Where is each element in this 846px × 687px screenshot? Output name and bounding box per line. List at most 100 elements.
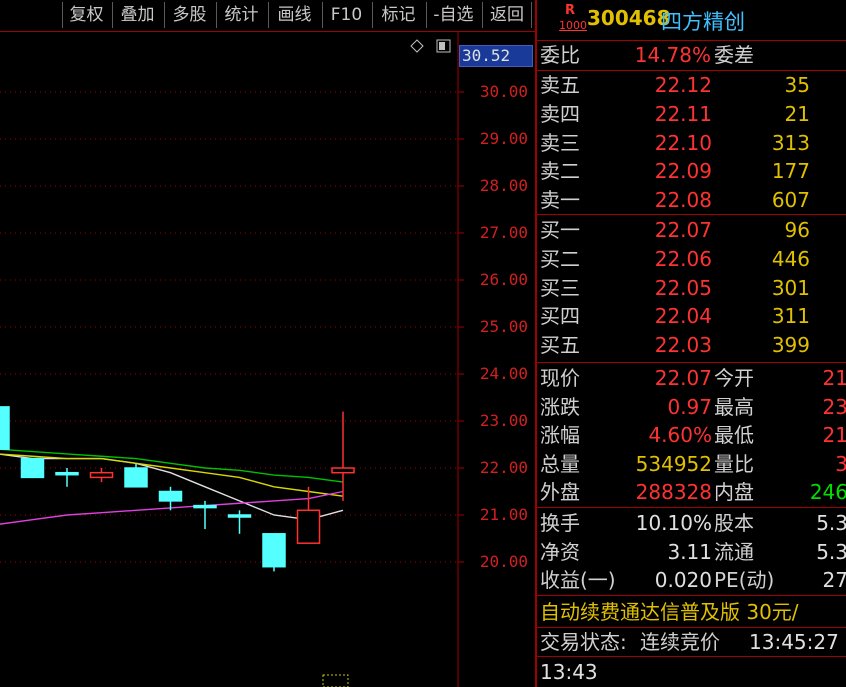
ask-price: 22.11 bbox=[654, 101, 712, 126]
weicha-label: 委差 bbox=[714, 43, 754, 67]
ask-row[interactable]: 卖二 22.09 177 bbox=[537, 157, 846, 185]
ask-price: 22.08 bbox=[654, 188, 712, 213]
bid-row[interactable]: 买二 22.06 446 bbox=[537, 245, 846, 273]
fundamental-label: 收益(一) bbox=[540, 568, 616, 593]
ask-row[interactable]: 卖四 22.11 21 bbox=[537, 100, 846, 128]
add-favorite-button[interactable]: -自选 bbox=[426, 2, 480, 28]
ask-label: 卖四 bbox=[540, 101, 580, 126]
bid-row[interactable]: 买一 22.07 96 bbox=[537, 216, 846, 244]
y-tick-label: 26.00 bbox=[479, 270, 528, 289]
fuquan-button[interactable]: 复权 bbox=[62, 2, 110, 28]
candle bbox=[227, 510, 252, 534]
candle bbox=[89, 468, 114, 483]
quote-label: 外盘 bbox=[540, 480, 580, 505]
diamond-icon[interactable] bbox=[410, 39, 424, 53]
price-axis: 30.52 30.00 29.00 28.00 27.00 26.00 25.00 24.0… bbox=[458, 32, 535, 687]
ask-price: 22.12 bbox=[654, 73, 712, 97]
ask-volume: 313 bbox=[771, 130, 810, 155]
bid-volume: 96 bbox=[784, 218, 810, 242]
ask-label: 卖三 bbox=[540, 130, 580, 155]
y-tick-label: 23.00 bbox=[479, 411, 528, 430]
tick-row: 13:43 bbox=[537, 658, 846, 686]
candlesticks bbox=[0, 406, 355, 572]
bid-row[interactable]: 买五 22.03 399 bbox=[537, 331, 846, 359]
candle bbox=[55, 468, 79, 487]
bid-price: 22.05 bbox=[654, 275, 712, 300]
y-tick-label: 27.00 bbox=[479, 223, 528, 242]
fundamental-value: 3.11 bbox=[667, 539, 712, 564]
candle bbox=[20, 457, 45, 479]
bid-label: 买三 bbox=[540, 275, 580, 300]
fundamental-row: 换手 10.10% 股本 5.3 bbox=[537, 509, 846, 537]
draw-line-button[interactable]: 画线 bbox=[268, 2, 320, 28]
quote-label-2: 最低 bbox=[714, 423, 754, 448]
f10-button[interactable]: F10 bbox=[322, 2, 370, 28]
bid-price: 22.04 bbox=[654, 304, 712, 329]
candle-body bbox=[193, 504, 217, 509]
candle-body bbox=[296, 509, 321, 544]
stock-name: 四方精创 bbox=[661, 10, 745, 34]
fundamental-row: 收益(一) 0.020 PE(动) 27 bbox=[537, 566, 846, 594]
mark-button[interactable]: 标记 bbox=[372, 2, 424, 28]
quote-label: 现价 bbox=[540, 366, 580, 390]
y-tick-label: 29.00 bbox=[479, 129, 528, 148]
fundamental-value: 0.020 bbox=[654, 568, 712, 593]
ma-line-green bbox=[0, 448, 344, 483]
bid-volume: 446 bbox=[771, 246, 810, 271]
chart-toolbar: 复权 叠加 多股 统计 画线 F10 标记 -自选 返回 bbox=[0, 0, 535, 32]
ask-label: 卖五 bbox=[540, 73, 580, 97]
fundamental-row: 净资 3.11 流通 5.3 bbox=[537, 538, 846, 566]
ad-text[interactable]: 自动续费通达信普及版 30元/ bbox=[540, 598, 799, 626]
candle-body bbox=[89, 471, 114, 479]
candle bbox=[331, 411, 355, 501]
candle-body bbox=[158, 490, 183, 502]
candle-body bbox=[227, 514, 252, 518]
candle-body bbox=[262, 533, 286, 568]
bid-label: 买二 bbox=[540, 246, 580, 271]
kline-chart[interactable] bbox=[0, 32, 535, 687]
trade-status-row: 交易状态: 连续竞价 13:45:27 bbox=[537, 628, 846, 656]
y-tick-label: 25.00 bbox=[479, 317, 528, 336]
quote-row: 涨幅 4.60% 最低 21 bbox=[537, 421, 846, 449]
candle-body bbox=[20, 457, 45, 479]
cursor-box-icon bbox=[322, 674, 349, 687]
fundamental-value-2: 5.3 bbox=[816, 511, 846, 535]
quote-label-2: 量比 bbox=[714, 451, 754, 476]
ask-volume: 35 bbox=[784, 73, 810, 97]
y-tick-label: 21.00 bbox=[479, 505, 528, 524]
quote-value-2: 21 bbox=[822, 423, 846, 448]
status-time: 13:45:27 bbox=[749, 630, 839, 654]
ad-banner[interactable]: 自动续费通达信普及版 30元/ bbox=[537, 598, 846, 626]
ask-row[interactable]: 卖一 22.08 607 bbox=[537, 186, 846, 214]
moving-average-lines bbox=[0, 448, 344, 525]
ask-volume: 607 bbox=[771, 188, 810, 213]
bid-label: 买五 bbox=[540, 333, 580, 358]
quote-value-2: 21 bbox=[822, 366, 846, 390]
candle-body bbox=[124, 467, 148, 488]
quote-row: 涨跌 0.97 最高 23 bbox=[537, 393, 846, 421]
back-button[interactable]: 返回 bbox=[482, 2, 532, 28]
stock-header: R 1000 300468 四方精创 bbox=[537, 0, 846, 41]
bid-row[interactable]: 买四 22.04 311 bbox=[537, 302, 846, 330]
fundamental-label: 净资 bbox=[540, 539, 580, 564]
multi-stock-button[interactable]: 多股 bbox=[164, 2, 214, 28]
overlay-button[interactable]: 叠加 bbox=[112, 2, 162, 28]
chart-grid bbox=[0, 91, 464, 563]
quote-value: 288328 bbox=[635, 480, 712, 505]
quote-value-2: 3 bbox=[835, 451, 846, 476]
quote-label-2: 今开 bbox=[714, 366, 754, 390]
ask-volume: 21 bbox=[784, 101, 810, 126]
quote-value: 22.07 bbox=[654, 366, 712, 390]
candle-body bbox=[0, 406, 10, 450]
ma-line-yellow bbox=[0, 453, 344, 497]
bid-row[interactable]: 买三 22.05 301 bbox=[537, 274, 846, 302]
weibi-label: 委比 bbox=[540, 43, 580, 67]
ask-price: 22.09 bbox=[654, 159, 712, 184]
quote-value-2: 246 bbox=[809, 480, 846, 505]
r-badge: R bbox=[565, 3, 576, 18]
bid-label: 买四 bbox=[540, 304, 580, 329]
statistics-button[interactable]: 统计 bbox=[216, 2, 266, 28]
ask-row[interactable]: 卖五 22.12 35 bbox=[537, 71, 846, 99]
ask-row[interactable]: 卖三 22.10 313 bbox=[537, 129, 846, 157]
status-label: 交易状态: bbox=[540, 630, 627, 654]
